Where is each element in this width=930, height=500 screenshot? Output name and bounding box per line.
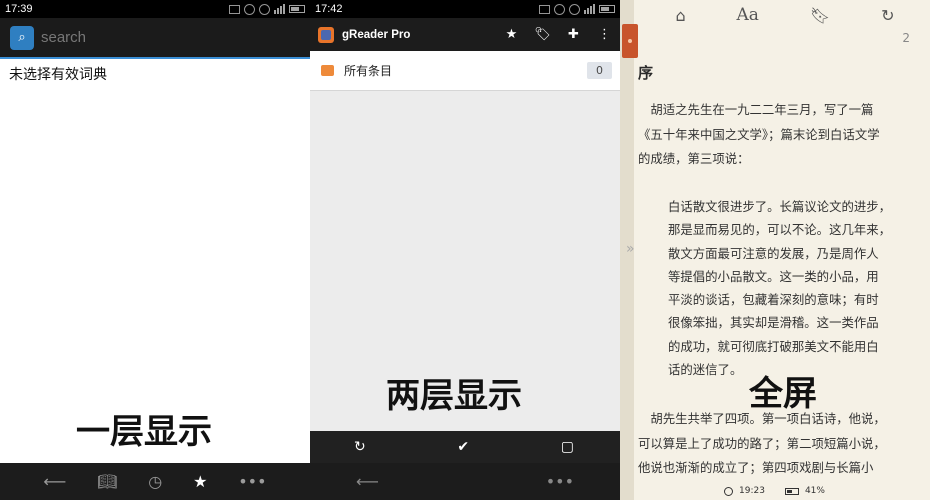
list-item-all-items[interactable]: 所有条目 0 [310,51,620,91]
refresh-icon[interactable]: ↻ [354,439,366,455]
list-item-label: 所有条目 [344,64,393,78]
tag-icon[interactable]: 🏷︎ [527,27,558,42]
status-icons [539,3,615,15]
caption-fullscreen: 全屏 [749,374,817,414]
status-time: 17:39 [5,3,33,15]
search-app-bar: ⌕ [0,18,310,59]
overflow-menu-icon[interactable]: ⋮ [589,27,620,42]
image-icon [539,4,550,14]
status-time: 17:42 [315,3,343,15]
body-paragraph: 胡先生共举了四项。第一项白话诗，他说， 可以算是上了成功的路了；第二项短篇小说，… [638,411,886,475]
star-icon[interactable]: ★ [193,472,207,491]
body-paragraph: 胡适之先生在一九二二年三月，写了一篇 《五十年来中国之文学》；篇末论到白话文学 … [638,102,880,166]
battery-icon [784,487,799,495]
plus-icon[interactable]: ✚ [558,27,589,42]
bottom-nav-bar: ⟵ ••• [310,463,620,500]
chapter-heading: 序 [638,64,654,82]
battery-icon [289,5,305,13]
star-icon[interactable]: ★ [496,27,527,42]
back-arrow-icon[interactable]: ⟵ [43,472,66,491]
clock-time: 19:23 [739,486,765,496]
caption-one-layer: 一层显示 [76,412,212,452]
toolbar-actions: ★ 🏷︎ ✚ ⋮ [496,27,620,42]
greader-logo-icon [318,26,334,43]
refresh-icon[interactable]: ↻ [881,6,894,25]
reader-toolbar: ⌂ Aa 🔖︎ ↻ [640,0,930,30]
book-icon[interactable]: 📖︎ [97,472,117,491]
check-circle-icon [244,3,255,15]
clock-icon [724,486,733,496]
bookmark-icon[interactable]: 🔖︎ [810,6,830,25]
status-bar: 17:39 [0,0,310,18]
status-icons [229,3,305,15]
bottom-nav-bar: ⟵ 📖︎ ◷ ★ ••• [0,463,310,500]
more-icon[interactable]: ••• [546,472,574,491]
block-quote: 白话散文很进步了。长篇议论文的进步， 那是显而易见的，可以不论。这几年来， 散文… [668,199,892,378]
signal-icon [274,4,285,14]
image-icon [229,4,240,14]
status-bar: 17:42 [310,0,620,18]
signal-icon [584,4,595,14]
panel-reader-fullscreen: ⌂ Aa 🔖︎ ↻ 2 » 序 胡适之先生在一九二二年三月，写了一篇 《五十年来… [620,0,930,500]
battery-level: 41% [804,486,825,496]
battery-icon [599,5,615,13]
rss-feed-icon [321,65,334,76]
no-dictionary-message: 未选择有效词典 [9,67,107,83]
back-arrow-icon[interactable]: ⟵ [356,472,379,491]
check-icon[interactable]: ✔ [457,439,469,455]
chevron-right-icon[interactable]: » [626,241,635,257]
square-icon[interactable]: ▢ [561,439,574,455]
bookmark-ribbon-icon[interactable] [622,24,638,58]
more-icon[interactable]: ••• [238,472,266,491]
dictionary-search-logo-icon: ⌕ [10,25,34,50]
download-icon [259,3,270,15]
reader-footer: 19:23 41% [724,486,825,496]
clock-icon[interactable]: ◷ [148,472,162,491]
search-input[interactable] [41,29,281,46]
download-icon [569,3,580,15]
font-size-icon[interactable]: Aa [737,5,759,25]
panel-dictionary-one-layer: 17:39 ⌕ 未选择有效词典 一层显示 ⟵ 📖︎ ◷ ★ ••• [0,0,310,500]
home-icon[interactable]: ⌂ [675,6,685,25]
app-toolbar: gReader Pro ★ 🏷︎ ✚ ⋮ [310,18,620,51]
caption-two-layer: 两层显示 [386,376,522,416]
app-title: gReader Pro [342,28,411,41]
page-number: 2 [902,31,910,45]
bottom-action-bar: ↻ ✔ ▢ [310,431,620,463]
panel-greader-two-layer: 17:42 gReader Pro ★ 🏷︎ ✚ ⋮ 所有条目 0 两层显示 ↻… [310,0,620,500]
unread-count-badge: 0 [587,62,612,79]
check-circle-icon [554,3,565,15]
